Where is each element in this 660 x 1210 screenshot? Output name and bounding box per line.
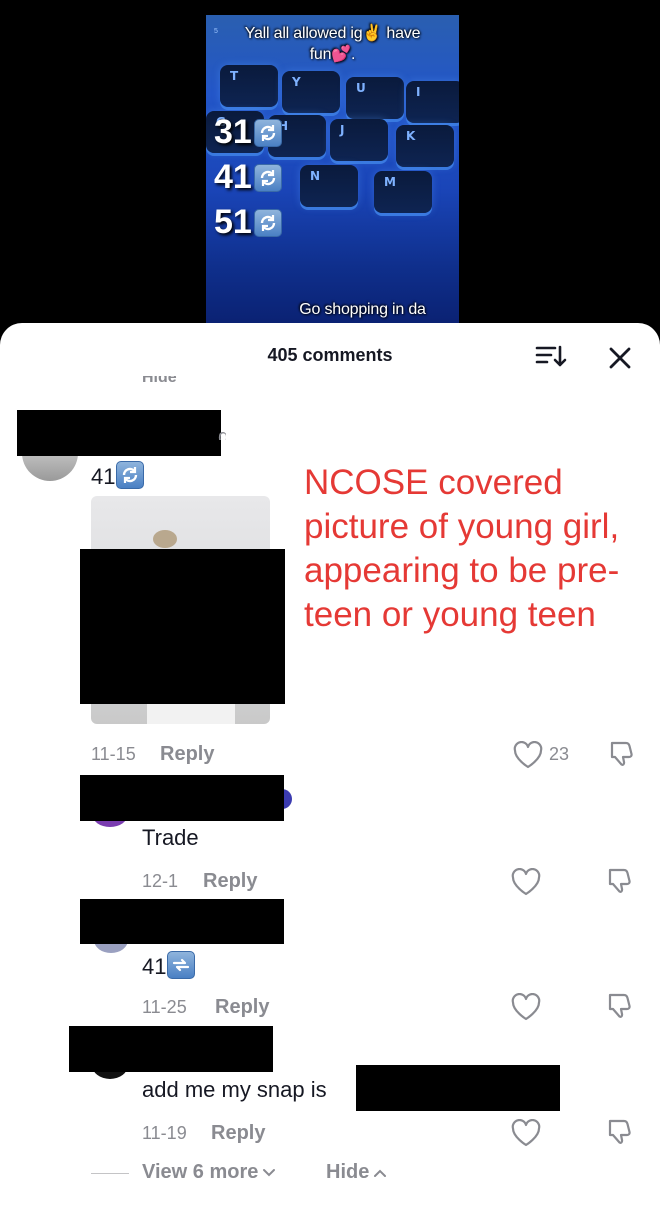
repeat-icon: [116, 461, 145, 489]
thumbs-down-icon: [610, 741, 633, 766]
dislike-button[interactable]: [606, 991, 636, 1021]
close-button[interactable]: [605, 343, 635, 373]
redaction-box: [80, 775, 284, 821]
keyboard-key: T: [220, 65, 278, 107]
count-value: 51: [214, 203, 252, 241]
heart-icon: [511, 1118, 541, 1147]
redaction-box: [80, 549, 285, 704]
redaction-box: [69, 1026, 273, 1072]
comment-text: 41: [91, 461, 145, 490]
reply-button[interactable]: Reply: [203, 870, 257, 893]
dislike-button[interactable]: [608, 739, 638, 769]
keyboard-key: J: [330, 119, 388, 161]
hide-link-peek[interactable]: Hide: [142, 376, 177, 385]
thumbs-down-icon: [608, 868, 631, 893]
heart-icon: [511, 867, 541, 896]
divider: [91, 1173, 129, 1174]
count-value: 31: [214, 113, 252, 151]
comment-date: 11-19: [142, 1123, 187, 1143]
count-row: 41: [214, 158, 282, 197]
view-more-replies-button[interactable]: View 6 more: [142, 1161, 276, 1184]
hide-label: Hide: [326, 1161, 370, 1183]
reply-button[interactable]: Reply: [215, 996, 269, 1019]
like-button[interactable]: [513, 740, 543, 769]
comment-text: Trade: [142, 825, 199, 850]
keyboard-key: M: [374, 171, 432, 213]
redaction-box: [356, 1065, 560, 1111]
repeat-icon: [253, 208, 282, 237]
count-value: 41: [214, 158, 252, 196]
image-detail: [147, 702, 235, 724]
repeat-icon: [253, 118, 282, 147]
heart-icon: [513, 740, 543, 769]
sort-button[interactable]: [535, 343, 567, 371]
comment-text: 41: [142, 951, 196, 980]
keyboard-key: N: [300, 165, 358, 207]
comments-header: 405 comments: [0, 323, 660, 387]
thumbs-down-icon: [608, 993, 631, 1018]
video-caption-top: Yall all allowed ig✌ have fun💕.: [244, 25, 421, 63]
repeat-icon: [167, 951, 196, 979]
chevron-up-icon: [374, 1169, 387, 1177]
comment-text-value: 41: [91, 464, 116, 489]
video-caption-bottom: Go shopping in da: [299, 301, 426, 318]
count-row: 31: [214, 113, 282, 152]
image-detail: [153, 530, 177, 548]
keyboard-key: Y: [282, 71, 340, 113]
reply-button[interactable]: Reply: [211, 1122, 265, 1145]
like-button[interactable]: [511, 992, 541, 1021]
redaction-box: [80, 899, 284, 944]
view-more-label: View 6 more: [142, 1161, 259, 1183]
like-count: 23: [549, 744, 570, 764]
comment-date: 11-25: [142, 997, 187, 1017]
thumbs-down-icon: [608, 1119, 631, 1144]
like-button[interactable]: [511, 867, 541, 896]
keyboard-key: I: [406, 81, 459, 123]
sort-icon: [535, 345, 567, 367]
keyboard-key: U: [346, 77, 404, 119]
keyboard-key: K: [396, 125, 454, 167]
repeat-icon: [253, 163, 282, 192]
like-button[interactable]: [511, 1118, 541, 1147]
comment-text-value: 41: [142, 954, 167, 979]
chevron-down-icon: [263, 1168, 276, 1176]
comments-sheet: 405 comments Hide d 41 NCOSE covered pic…: [0, 323, 660, 1210]
video-player[interactable]: T Y U I G H J K N M 5 Yall all allowed i…: [206, 15, 459, 330]
dislike-button[interactable]: [606, 866, 636, 896]
comment-text: add me my snap is: [142, 1077, 327, 1102]
hide-replies-button[interactable]: Hide: [326, 1161, 387, 1184]
heart-icon: [511, 992, 541, 1021]
close-icon: [609, 347, 631, 369]
comment-date: 12-1: [142, 871, 179, 891]
reply-button[interactable]: Reply: [160, 743, 214, 766]
username-fragment: d: [218, 426, 226, 440]
annotation-note: NCOSE covered picture of young girl, app…: [304, 463, 620, 634]
comment-date: 11-15: [91, 744, 136, 764]
count-row: 51: [214, 203, 282, 242]
dislike-button[interactable]: [606, 1117, 636, 1147]
redaction-box: [17, 410, 221, 456]
